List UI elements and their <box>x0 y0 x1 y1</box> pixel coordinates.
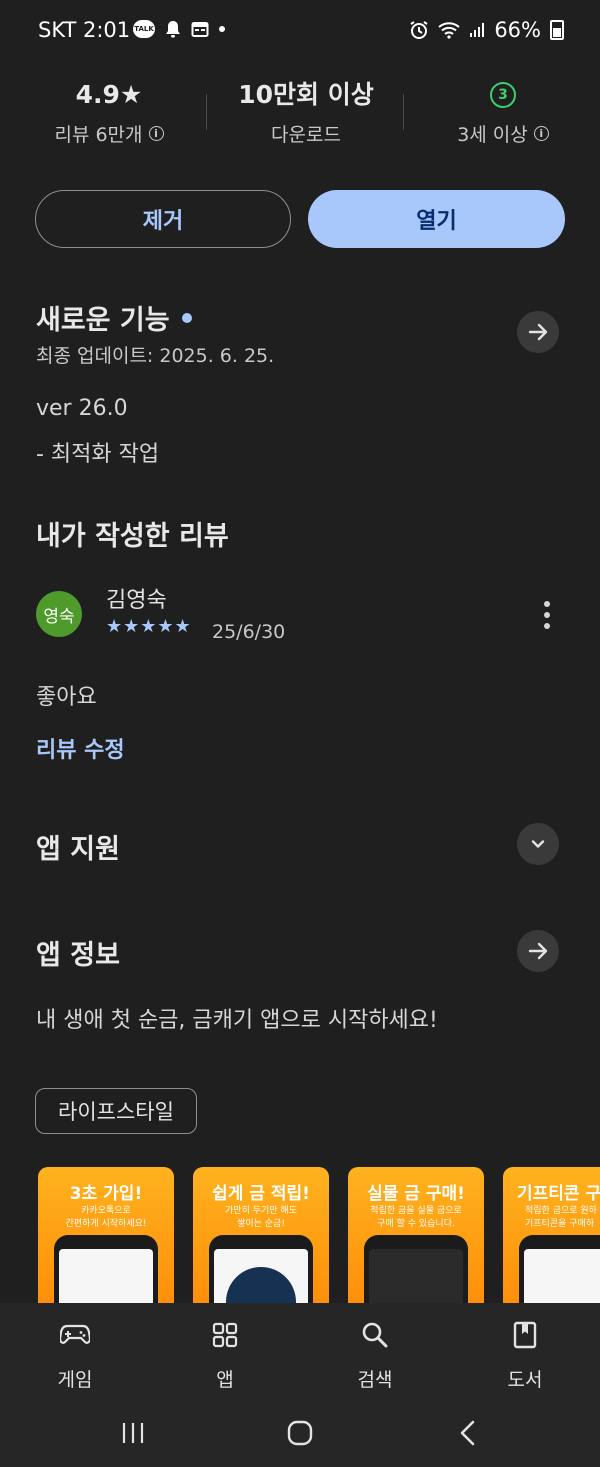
battery-percent: 66% <box>494 18 541 42</box>
apps-grid-icon <box>212 1322 238 1348</box>
uninstall-button[interactable]: 제거 <box>35 190 291 248</box>
age-rating-label: 3세 이상 <box>457 124 528 146</box>
screenshot-card[interactable]: 실물 금 구매! 적립한 금을 실물 금으로 구매 할 수 있습니다. <box>348 1167 484 1307</box>
divider <box>403 94 404 130</box>
last-updated: 최종 업데이트: 2025. 6. 25. <box>36 345 275 367</box>
arrow-right-icon <box>528 323 548 341</box>
nav-games[interactable]: 게임 <box>25 1315 125 1392</box>
screenshot-subtitle: 적립한 금을 실물 금으로 구매 할 수 있습니다. <box>370 1206 462 1229</box>
screenshot-card[interactable]: 쉽게 금 적립! 가만히 두기만 해도 쌓이는 순금! <box>193 1167 329 1307</box>
screenshot-subtitle: 적립한 금으로 원하 기프티콘을 구매하 <box>525 1206 597 1229</box>
reviews-count: 리뷰 6만개 <box>54 124 143 146</box>
calendar-icon <box>191 22 209 37</box>
age-rating-badge: 3 <box>490 82 516 108</box>
category-chip[interactable]: 라이프스타일 <box>35 1088 197 1134</box>
nav-books-label: 도서 <box>507 1369 543 1391</box>
my-review-title: 내가 작성한 리뷰 <box>36 521 229 552</box>
phone-mockup <box>54 1235 158 1307</box>
nav-apps[interactable]: 앱 <box>175 1315 275 1392</box>
app-support-expand-button[interactable] <box>517 823 559 865</box>
screenshot-subtitle: 카카오톡으로 간편하게 시작하세요! <box>65 1206 147 1229</box>
review-date: 25/6/30 <box>212 621 286 643</box>
screenshot-title: 쉽게 금 적립! <box>212 1184 310 1204</box>
app-support-title: 앱 지원 <box>36 834 120 865</box>
nav-games-label: 게임 <box>57 1369 93 1391</box>
kakaotalk-icon: TALK <box>133 20 155 38</box>
version-text: ver 26.0 <box>36 396 128 421</box>
age-rating-row[interactable]: 3세 이상 i <box>428 120 578 147</box>
book-icon <box>513 1321 537 1349</box>
search-icon <box>362 1322 388 1348</box>
nav-search[interactable]: 검색 <box>325 1315 425 1392</box>
status-system-icons: 66% <box>409 18 564 42</box>
status-bar: SKT 2:01 TALK 66% <box>0 0 600 64</box>
screenshot-title: 3초 가입! <box>69 1184 143 1204</box>
gamepad-icon <box>60 1324 90 1344</box>
nav-apps-label: 앱 <box>216 1369 234 1391</box>
whats-new-arrow-button[interactable] <box>517 311 559 353</box>
phone-mockup <box>209 1235 313 1307</box>
whats-new-title-text: 새로운 기능 <box>36 305 170 336</box>
divider <box>206 94 207 130</box>
screenshot-title: 실물 금 구매! <box>367 1184 465 1204</box>
chevron-down-icon <box>531 840 545 848</box>
edit-review-link[interactable]: 리뷰 수정 <box>36 732 125 764</box>
new-indicator-dot <box>181 312 192 323</box>
more-options-icon[interactable] <box>542 601 552 629</box>
rating-value: 4.9★ <box>75 80 143 109</box>
update-note: - 최적화 작업 <box>36 442 160 467</box>
bell-icon <box>166 21 180 38</box>
arrow-right-icon <box>528 942 548 960</box>
rating-stat: 4.9★ 리뷰 6만개 i <box>34 78 184 147</box>
nav-books[interactable]: 도서 <box>475 1315 575 1392</box>
open-button[interactable]: 열기 <box>308 190 565 248</box>
reviews-count-row[interactable]: 리뷰 6만개 i <box>34 120 184 147</box>
nav-search-label: 검색 <box>357 1369 393 1391</box>
signal-icon <box>470 23 485 37</box>
status-notification-icons: TALK <box>133 20 225 38</box>
app-info-arrow-button[interactable] <box>517 930 559 972</box>
info-icon[interactable]: i <box>533 126 549 141</box>
avatar: 영숙 <box>36 591 82 637</box>
system-navigation-bar <box>0 1403 600 1467</box>
phone-mockup <box>519 1235 600 1307</box>
alarm-icon <box>410 21 428 39</box>
info-icon[interactable]: i <box>148 126 164 141</box>
recent-apps-icon[interactable] <box>120 1421 146 1445</box>
app-description: 내 생애 첫 순금, 금캐기 앱으로 시작하세요! <box>36 1008 438 1033</box>
back-icon[interactable] <box>458 1420 478 1446</box>
screenshot-card[interactable]: 기프티콘 구 적립한 금으로 원하 기프티콘을 구매하 <box>503 1167 600 1307</box>
battery-icon <box>550 20 564 40</box>
more-notifications-dot <box>219 26 225 32</box>
screenshot-card[interactable]: 3초 가입! 카카오톡으로 간편하게 시작하세요! <box>38 1167 174 1307</box>
downloads-label: 다운로드 <box>271 124 341 146</box>
age-rating-stat: 3 3세 이상 i <box>428 78 578 147</box>
downloads-value: 10만회 이상 <box>238 80 374 109</box>
review-stars: ★★★★★ <box>106 616 192 637</box>
wifi-icon <box>438 22 460 39</box>
app-info-title: 앱 정보 <box>36 940 120 971</box>
phone-mockup <box>364 1235 468 1307</box>
downloads-stat: 10만회 이상 다운로드 <box>226 78 386 147</box>
whats-new-title: 새로운 기능 <box>36 298 192 337</box>
home-icon[interactable] <box>287 1420 313 1446</box>
screenshot-title: 기프티콘 구 <box>517 1184 600 1204</box>
screenshot-subtitle: 가만히 두기만 해도 쌓이는 순금! <box>225 1206 297 1229</box>
review-text: 좋아요 <box>36 685 97 710</box>
review-author: 김영숙 <box>106 588 167 613</box>
status-time: SKT 2:01 <box>38 18 131 42</box>
